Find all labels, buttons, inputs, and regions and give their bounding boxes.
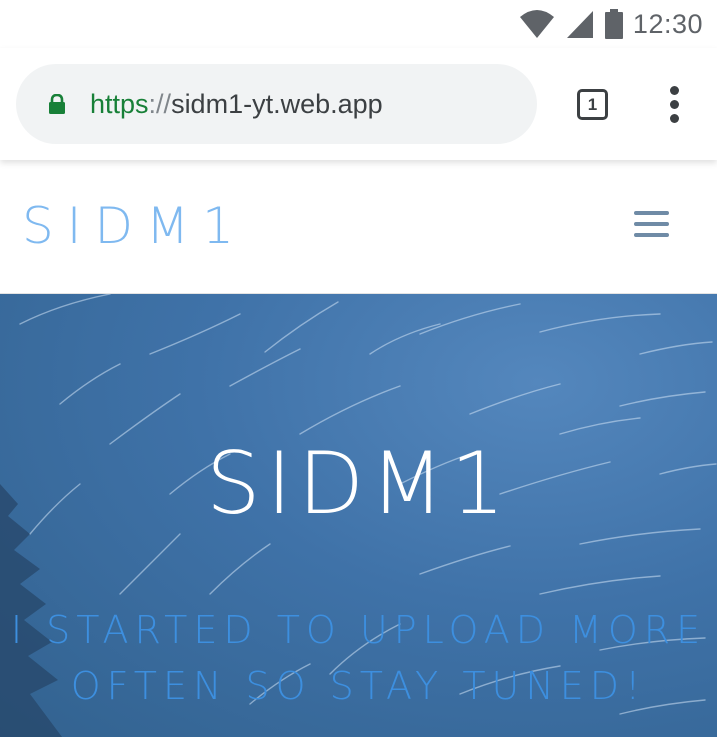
- hero-section: SIDM1 I STARTED TO UPLOAD MORE OFTEN SO …: [0, 294, 717, 737]
- hero-subtitle-line-2: OFTEN SO STAY TUNED!: [70, 664, 647, 708]
- browser-toolbar: https://sidm1-yt.web.app 1: [0, 48, 717, 160]
- status-bar: 12:30: [0, 0, 717, 48]
- address-bar[interactable]: https://sidm1-yt.web.app: [16, 64, 537, 144]
- hamburger-menu-icon[interactable]: [634, 211, 670, 239]
- hero-subtitle: I STARTED TO UPLOAD MORE OFTEN SO STAY T…: [0, 602, 717, 714]
- more-vert-icon[interactable]: [664, 84, 688, 124]
- hero-subtitle-line-1: I STARTED TO UPLOAD MORE: [10, 608, 707, 652]
- site-brand-logo[interactable]: SIDM1: [22, 198, 247, 254]
- lock-icon[interactable]: [48, 94, 66, 114]
- battery-icon: [604, 9, 623, 39]
- url-host: sidm1-yt.web.app: [171, 89, 383, 119]
- url-text[interactable]: https://sidm1-yt.web.app: [90, 64, 383, 144]
- tab-switcher-icon[interactable]: 1: [577, 89, 608, 120]
- cell-signal-icon: [566, 11, 593, 38]
- status-clock: 12:30: [632, 8, 703, 39]
- url-scheme: https: [90, 89, 149, 119]
- tab-count: 1: [587, 94, 598, 114]
- url-separator: ://: [148, 89, 172, 119]
- wifi-icon: [519, 10, 554, 38]
- hero-title: SIDM1: [205, 434, 512, 534]
- site-navbar: SIDM1: [0, 160, 717, 294]
- status-icons: 12:30: [519, 8, 703, 40]
